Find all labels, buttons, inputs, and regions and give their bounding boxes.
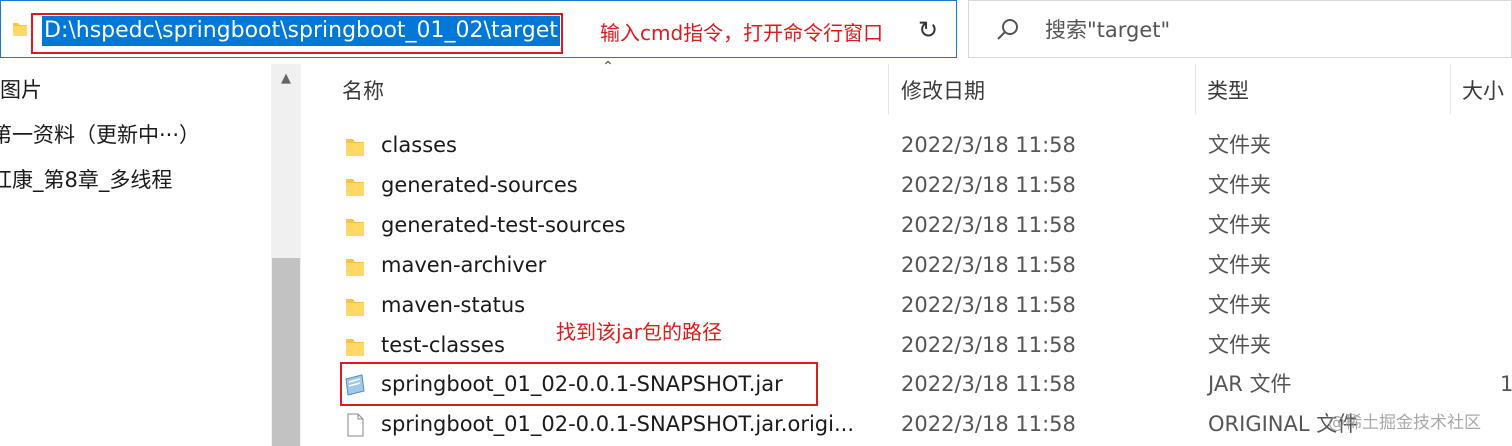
column-divider[interactable] bbox=[888, 64, 889, 114]
file-name: test-classes bbox=[381, 333, 505, 357]
file-row[interactable]: classes 2022/3/18 11:58 文件夹 bbox=[330, 126, 1512, 166]
folder-icon bbox=[13, 23, 27, 36]
column-header-modified[interactable]: 修改日期 bbox=[901, 74, 985, 110]
cmd-annotation: 输入cmd指令，打开命令行窗口 bbox=[600, 21, 884, 45]
file-icon bbox=[347, 413, 364, 437]
file-row[interactable]: generated-test-sources 2022/3/18 11:58 文… bbox=[330, 206, 1512, 246]
nav-scroll-thumb[interactable] bbox=[272, 258, 300, 446]
watermark: @稀土掘金技术社区 bbox=[1328, 413, 1481, 433]
file-modified: 2022/3/18 11:58 bbox=[901, 213, 1076, 237]
file-row[interactable]: test-classes 2022/3/18 11:58 文件夹 bbox=[330, 326, 1512, 366]
file-modified: 2022/3/18 11:58 bbox=[901, 173, 1076, 197]
file-row[interactable]: maven-archiver 2022/3/18 11:58 文件夹 bbox=[330, 246, 1512, 286]
file-type: 文件夹 bbox=[1208, 133, 1271, 157]
scroll-up-icon[interactable]: ▲ bbox=[277, 70, 295, 88]
column-header-type[interactable]: 类型 bbox=[1207, 74, 1249, 110]
jar-annotation: 找到该jar包的路径 bbox=[556, 320, 723, 344]
file-type: 文件夹 bbox=[1208, 333, 1271, 357]
column-divider[interactable] bbox=[1195, 64, 1196, 114]
file-type: 文件夹 bbox=[1208, 293, 1271, 317]
file-type: 文件夹 bbox=[1208, 253, 1271, 277]
file-name: maven-status bbox=[381, 293, 526, 317]
file-name: maven-archiver bbox=[381, 253, 547, 277]
file-name: generated-test-sources bbox=[381, 213, 626, 237]
file-row[interactable]: maven-status 2022/3/18 11:58 文件夹 bbox=[330, 286, 1512, 326]
file-modified: 2022/3/18 11:58 bbox=[901, 333, 1076, 357]
file-name: generated-sources bbox=[381, 173, 578, 197]
file-modified: 2022/3/18 11:58 bbox=[901, 133, 1076, 157]
file-type: 文件夹 bbox=[1208, 173, 1271, 197]
jar-highlight-box bbox=[340, 362, 818, 406]
file-modified: 2022/3/18 11:58 bbox=[901, 293, 1076, 317]
folder-icon bbox=[346, 219, 364, 236]
folder-icon bbox=[346, 339, 364, 356]
search-placeholder[interactable]: 搜索"target" bbox=[1045, 14, 1170, 46]
file-type: JAR 文件 bbox=[1208, 372, 1292, 396]
folder-icon bbox=[346, 139, 364, 156]
column-header-name[interactable]: 名称 bbox=[342, 74, 384, 110]
folder-icon bbox=[346, 259, 364, 276]
nav-item[interactable]: 红康_第8章_多线程 bbox=[0, 165, 172, 195]
address-highlight-box bbox=[31, 13, 563, 54]
file-type: 文件夹 bbox=[1208, 213, 1271, 237]
sort-caret-icon: ⌃ bbox=[602, 59, 614, 75]
refresh-icon[interactable]: ↻ bbox=[914, 16, 942, 44]
file-name: springboot_01_02-0.0.1-SNAPSHOT.jar.orig… bbox=[381, 412, 854, 436]
file-size: 1 bbox=[1500, 372, 1512, 396]
folder-icon bbox=[346, 299, 364, 316]
file-modified: 2022/3/18 11:58 bbox=[901, 412, 1076, 436]
folder-icon bbox=[346, 179, 364, 196]
column-header-size[interactable]: 大小 bbox=[1462, 74, 1504, 110]
column-divider[interactable] bbox=[1450, 64, 1451, 114]
search-icon bbox=[997, 19, 1018, 40]
nav-item[interactable]: 第一资料（更新中···） bbox=[0, 120, 200, 150]
file-modified: 2022/3/18 11:58 bbox=[901, 372, 1076, 396]
nav-item[interactable]: 图片 bbox=[0, 75, 42, 105]
file-row[interactable]: generated-sources 2022/3/18 11:58 文件夹 bbox=[330, 166, 1512, 206]
navigation-pane: 图片 第一资料（更新中···） 红康_第8章_多线程 bbox=[0, 64, 300, 446]
file-modified: 2022/3/18 11:58 bbox=[901, 253, 1076, 277]
file-name: classes bbox=[381, 133, 457, 157]
